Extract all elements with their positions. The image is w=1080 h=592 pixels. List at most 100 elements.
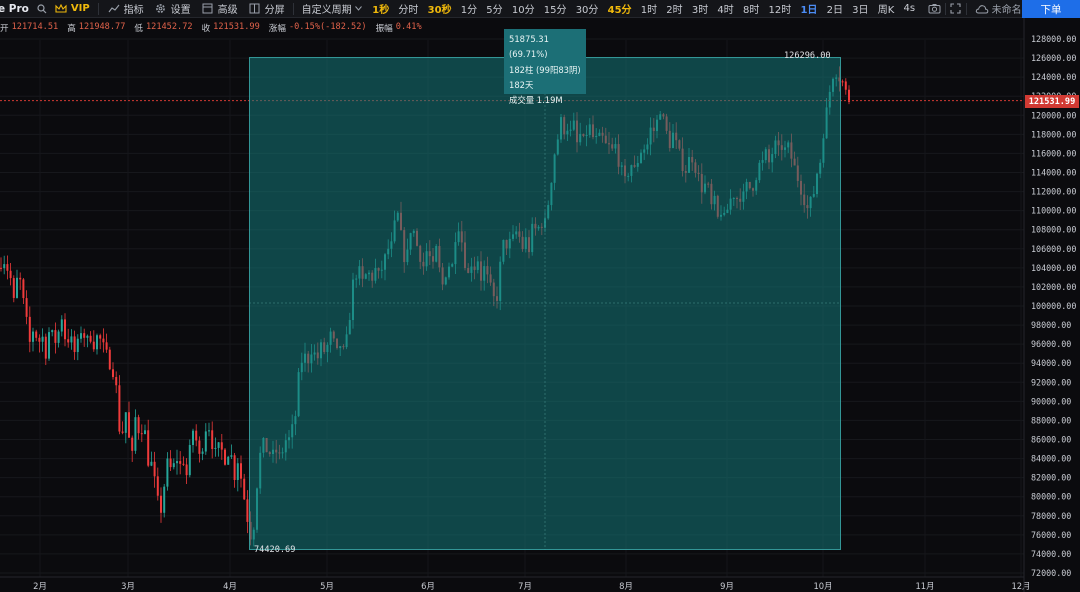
fullscreen-icon[interactable]: [949, 2, 963, 16]
period-option[interactable]: 4时: [713, 1, 739, 16]
range-change: 51875.31 (69.71%): [509, 34, 549, 60]
period-option[interactable]: 1时: [636, 1, 662, 16]
x-tick-label: 2月: [33, 581, 47, 591]
brand-name: e Pro: [0, 2, 29, 15]
split-screen-button[interactable]: 分屏: [243, 1, 290, 16]
candle-body: [147, 430, 150, 466]
y-tick-label: 120000.00: [1031, 110, 1076, 120]
candle-body: [112, 369, 114, 378]
gear-icon: [154, 2, 168, 16]
close-label: 收: [201, 24, 211, 34]
crown-icon: [54, 2, 68, 16]
period-option[interactable]: 30分: [571, 1, 603, 16]
ohlc-readout: 开 121714.51 高 121948.77 低 121452.72 收 12…: [0, 22, 431, 35]
range-days: 182天: [509, 79, 534, 90]
period-option[interactable]: 30秒: [423, 1, 456, 16]
candle-body: [204, 431, 207, 452]
candle-body: [233, 455, 236, 480]
range-high-label: 126296.00: [784, 51, 831, 61]
candle-body: [28, 316, 31, 342]
period-option[interactable]: 2时: [662, 1, 688, 16]
close-value: 121531.99: [213, 22, 260, 32]
candle-body: [243, 478, 246, 500]
candle-body: [163, 486, 166, 513]
indicators-button[interactable]: 指标: [102, 1, 149, 16]
candle-body: [144, 430, 146, 435]
candle-body: [188, 444, 191, 476]
candle-body: [160, 495, 162, 513]
divider: [965, 2, 967, 15]
y-tick-label: 96000.00: [1031, 339, 1071, 349]
period-selector: 1秒 分时 30秒 1分 5分 10分 15分 30分 45分 1时 2时 3时 4时 8时 12时 1日 2日…: [368, 1, 920, 16]
period-option[interactable]: 分时: [394, 1, 423, 16]
custom-period-label: 自定义周期: [301, 5, 352, 16]
candle-body: [76, 338, 79, 353]
settings-button[interactable]: 设置: [149, 1, 196, 16]
candle-body: [105, 342, 108, 350]
candle-body: [73, 336, 76, 353]
y-tick-label: 108000.00: [1031, 225, 1076, 235]
candle-body: [192, 430, 194, 445]
low-label: 低: [134, 24, 143, 34]
candle-body: [124, 412, 127, 433]
candle-body: [227, 456, 230, 465]
candle-body: [217, 442, 220, 448]
candle-body: [86, 335, 89, 338]
y-tick-label: 78000.00: [1031, 511, 1071, 521]
y-tick-label: 114000.00: [1031, 168, 1076, 178]
candle-body: [121, 431, 124, 433]
period-option[interactable]: 1秒: [368, 1, 394, 16]
period-option[interactable]: 2日: [822, 1, 848, 16]
period-option[interactable]: 4s: [899, 3, 920, 14]
candle-body: [131, 437, 134, 451]
period-option[interactable]: 3日: [848, 1, 874, 16]
x-tick-label: 11月: [915, 581, 934, 591]
candle-body: [128, 412, 130, 438]
candle-body: [198, 440, 201, 454]
candle-body: [19, 277, 22, 280]
candle-body: [9, 270, 12, 279]
candle-body: [166, 458, 169, 487]
candle-body: [38, 337, 41, 342]
range-measure-box[interactable]: [249, 57, 841, 550]
period-option[interactable]: 10分: [507, 1, 539, 16]
y-tick-label: 126000.00: [1031, 53, 1076, 63]
camera-icon[interactable]: [928, 2, 942, 16]
period-option[interactable]: 1日: [796, 1, 822, 16]
candle-body: [64, 319, 66, 340]
period-option[interactable]: 12时: [764, 1, 796, 16]
candle-body: [134, 417, 137, 451]
candle-body: [841, 81, 844, 83]
cloud-icon: [975, 2, 989, 16]
custom-period-dropdown[interactable]: 自定义周期: [297, 1, 368, 16]
open-value: 121714.51: [11, 22, 59, 32]
place-order-button[interactable]: 下单: [1022, 0, 1080, 18]
y-tick-label: 80000.00: [1031, 492, 1071, 502]
split-screen-label: 分屏: [264, 5, 285, 16]
period-option[interactable]: 15分: [539, 1, 571, 16]
candle-body: [102, 338, 105, 343]
change-value: -0.15%(-182.52): [288, 22, 367, 32]
x-tick-label: 4月: [223, 581, 237, 591]
candle-body: [214, 447, 217, 449]
candle-body: [96, 335, 98, 350]
high-label: 高: [67, 24, 76, 34]
candle-body: [224, 449, 226, 465]
period-option[interactable]: 周K: [873, 1, 899, 16]
period-option[interactable]: 5分: [482, 1, 508, 16]
y-tick-label: 84000.00: [1031, 454, 1071, 464]
period-option[interactable]: 1分: [456, 1, 482, 16]
advanced-button[interactable]: 高级: [196, 1, 243, 16]
vip-button[interactable]: VIP: [49, 2, 95, 16]
x-tick-label: 9月: [720, 581, 734, 591]
layout-name-label: 未命名: [991, 5, 1022, 16]
candle-body: [140, 433, 143, 435]
candle-body: [92, 341, 95, 350]
search-icon[interactable]: [35, 2, 49, 16]
period-option[interactable]: 45分: [603, 1, 636, 16]
period-option[interactable]: 8时: [738, 1, 764, 16]
period-option[interactable]: 3时: [687, 1, 713, 16]
candle-body: [12, 278, 15, 298]
x-tick-label: 5月: [320, 581, 334, 591]
candle-body: [201, 451, 204, 454]
